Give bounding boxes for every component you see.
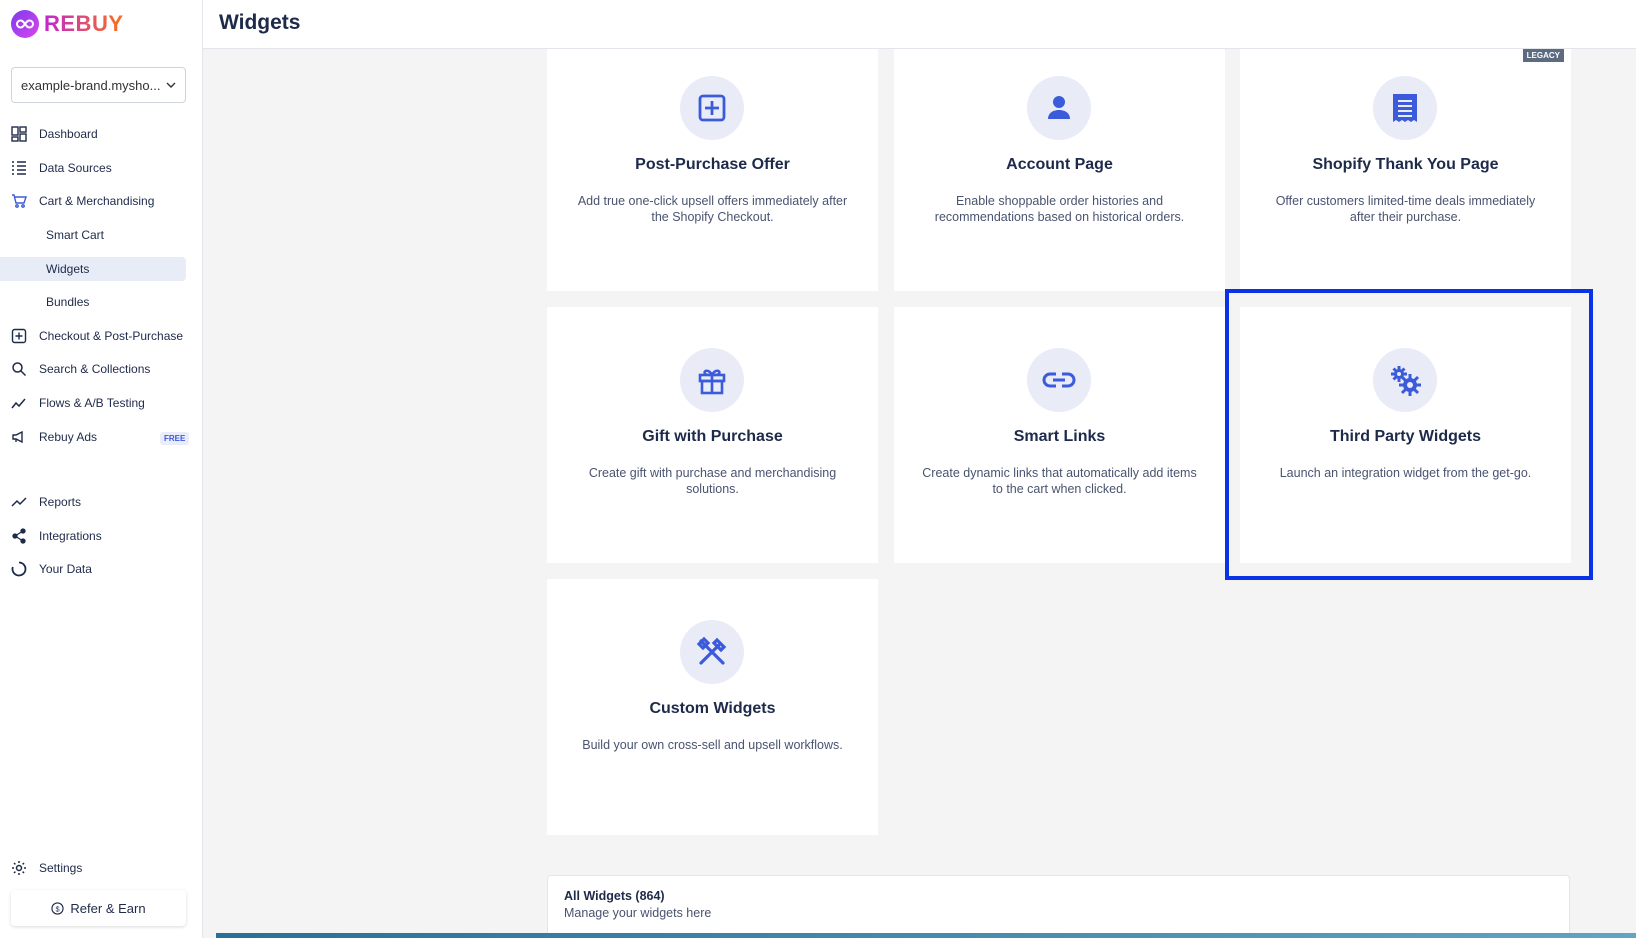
sidebar-item-label: Checkout & Post-Purchase: [39, 329, 184, 343]
selection-highlight: [1225, 289, 1593, 580]
list-icon: [10, 159, 28, 177]
sidebar-item-label: Rebuy Ads: [39, 430, 98, 444]
chevron-down-icon: [166, 82, 176, 88]
user-icon: [1027, 76, 1091, 140]
card-description: Offer customers limited-time deals immed…: [1275, 194, 1536, 224]
card-custom-widgets[interactable]: Custom Widgets Build your own cross-sell…: [547, 579, 878, 835]
sidebar-item-flows-ab-testing[interactable]: Flows & A/B Testing: [0, 391, 145, 415]
link-icon: [1027, 348, 1091, 412]
refer-earn-label: Refer & Earn: [70, 900, 146, 916]
svg-text:$: $: [56, 904, 60, 913]
page-title: Widgets: [219, 11, 301, 34]
card-title: Custom Widgets: [649, 700, 776, 717]
sidebar-item-label: Cart & Merchandising: [39, 194, 155, 208]
sidebar-item-label: Smart Cart: [46, 228, 105, 242]
card-description: Enable shoppable order histories and rec…: [934, 194, 1185, 224]
card-description: Create dynamic links that automatically …: [922, 466, 1197, 496]
gift-icon: [680, 348, 744, 412]
legacy-badge: LEGACY: [1522, 49, 1564, 62]
gear-icon: [10, 859, 28, 877]
rebuy-logo[interactable]: REBUY: [11, 10, 124, 38]
plus-square-icon: [680, 76, 744, 140]
all-widgets-subtitle: Manage your widgets here: [564, 906, 712, 920]
card-shopify-thank-you-page[interactable]: LEGACY Shopify Thank You Page Offer cust…: [1240, 49, 1571, 291]
refer-earn-button[interactable]: $ Refer & Earn: [11, 890, 186, 926]
sidebar-item-dashboard[interactable]: Dashboard: [0, 122, 98, 146]
card-title: Shopify Thank You Page: [1312, 156, 1499, 173]
card-title: Account Page: [1006, 156, 1113, 173]
sidebar-item-search-collections[interactable]: Search & Collections: [0, 357, 150, 381]
flow-chart-icon: [10, 394, 28, 412]
sidebar-item-label: Search & Collections: [39, 362, 151, 376]
sidebar-item-widgets[interactable]: Widgets: [46, 257, 89, 281]
card-account-page[interactable]: Account Page Enable shoppable order hist…: [894, 49, 1225, 291]
card-description: Add true one-click upsell offers immedia…: [577, 194, 848, 224]
card-post-purchase-offer[interactable]: Post-Purchase Offer Add true one-click u…: [547, 49, 878, 291]
card-title: Post-Purchase Offer: [635, 156, 790, 173]
receipt-icon: [1373, 76, 1437, 140]
sidebar-item-checkout-post-purchase[interactable]: Checkout & Post-Purchase: [0, 324, 183, 348]
card-description: Create gift with purchase and merchandis…: [588, 466, 837, 496]
sidebar-item-label: Bundles: [46, 295, 90, 309]
sidebar-item-label: Widgets: [46, 262, 90, 276]
sidebar-item-smart-cart[interactable]: Smart Cart: [46, 223, 104, 247]
all-widgets-title: All Widgets (864): [564, 889, 665, 903]
sidebar-item-label: Your Data: [39, 562, 92, 576]
sidebar-item-label: Reports: [39, 495, 82, 509]
card-smart-links[interactable]: Smart Links Create dynamic links that au…: [894, 307, 1225, 563]
sidebar-item-label: Settings: [39, 861, 83, 875]
sidebar-item-label: Dashboard: [39, 127, 98, 141]
brand-name: REBUY: [44, 11, 124, 36]
dashboard-icon: [10, 125, 28, 143]
sidebar-item-settings[interactable]: Settings: [0, 856, 82, 880]
top-header: Widgets: [203, 0, 1636, 49]
infinity-logo-icon: [11, 10, 39, 38]
sidebar-item-integrations[interactable]: Integrations: [0, 524, 102, 548]
cart-icon: [10, 192, 28, 210]
card-gift-with-purchase[interactable]: Gift with Purchase Create gift with purc…: [547, 307, 878, 563]
circle-chart-icon: [10, 560, 28, 578]
megaphone-icon: [10, 428, 28, 446]
sidebar-item-rebuy-ads[interactable]: Rebuy Ads: [0, 425, 97, 449]
trend-line-icon: [10, 493, 28, 511]
search-icon: [10, 360, 28, 378]
active-nav-highlight: [0, 257, 186, 281]
sidebar-item-data-sources[interactable]: Data Sources: [0, 156, 112, 180]
sidebar-item-label: Data Sources: [39, 161, 112, 175]
sidebar-item-cart-merchandising[interactable]: Cart & Merchandising: [0, 189, 154, 213]
card-title: Gift with Purchase: [642, 428, 783, 445]
sidebar-item-bundles[interactable]: Bundles: [46, 290, 89, 314]
sidebar: REBUY example-brand.mysho... Dashboard D…: [0, 0, 203, 938]
card-title: Smart Links: [1013, 428, 1106, 445]
share-nodes-icon: [10, 527, 28, 545]
all-widgets-section: All Widgets (864) Manage your widgets he…: [547, 875, 1570, 938]
tools-icon: [680, 620, 744, 684]
store-select-value: example-brand.mysho...: [21, 77, 161, 93]
card-description: Build your own cross-sell and upsell wor…: [582, 738, 843, 752]
sidebar-item-your-data[interactable]: Your Data: [0, 557, 92, 581]
sidebar-item-label: Flows & A/B Testing: [39, 396, 145, 410]
sidebar-item-reports[interactable]: Reports: [0, 490, 81, 514]
dollar-circle-icon: $: [51, 901, 65, 915]
loading-bar: [216, 933, 1636, 938]
free-badge: FREE: [160, 432, 190, 445]
plus-square-icon: [10, 327, 28, 345]
store-select[interactable]: example-brand.mysho...: [11, 67, 186, 103]
sidebar-item-label: Integrations: [39, 529, 102, 543]
